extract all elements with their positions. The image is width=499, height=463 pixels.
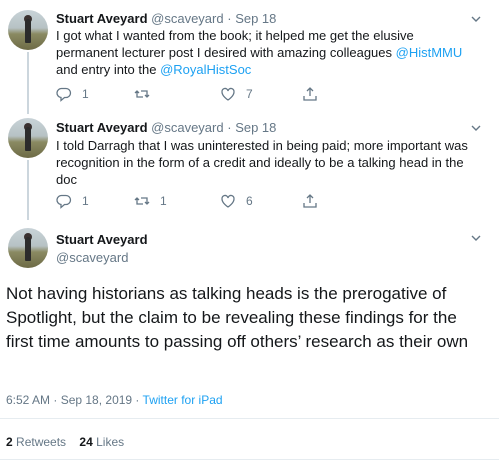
- like-icon: [221, 194, 235, 208]
- like-button[interactable]: 7: [220, 86, 253, 102]
- avatar[interactable]: [8, 10, 48, 50]
- tweet-actions: 1 7: [56, 86, 317, 104]
- user-name[interactable]: Stuart Aveyard: [56, 120, 148, 135]
- divider: [0, 459, 499, 460]
- user-name[interactable]: Stuart Aveyard: [56, 11, 148, 26]
- retweets-count[interactable]: 2: [6, 435, 13, 449]
- retweets-label[interactable]: Retweets: [16, 435, 66, 449]
- tweet-stats: 2 Retweets 24 Likes: [6, 435, 124, 449]
- retweet-count: 1: [160, 194, 167, 208]
- tweet-date[interactable]: Sep 18: [235, 11, 276, 26]
- user-handle[interactable]: @scaveyard: [56, 250, 128, 265]
- thread-line: [27, 52, 29, 114]
- retweet-icon: [134, 197, 150, 205]
- chevron-down-icon[interactable]: [471, 233, 481, 243]
- divider: [0, 418, 499, 419]
- share-icon: [303, 194, 317, 208]
- tweet-source[interactable]: Twitter for iPad: [143, 393, 223, 407]
- reply-icon: [56, 194, 72, 209]
- reply-button[interactable]: 1: [56, 86, 89, 102]
- chevron-down-icon[interactable]: [471, 14, 481, 24]
- tweet-timestamp: 6:52 AM · Sep 18, 2019 · Twitter for iPa…: [6, 393, 223, 407]
- reply-count: 1: [82, 87, 89, 101]
- user-handle[interactable]: @scaveyard: [151, 120, 223, 135]
- retweet-button[interactable]: [134, 86, 160, 102]
- like-count: 7: [246, 87, 253, 101]
- like-count: 6: [246, 194, 253, 208]
- mention-link[interactable]: @RoyalHistSoc: [160, 62, 251, 77]
- like-button[interactable]: 6: [220, 193, 253, 209]
- thread-line: [27, 160, 29, 220]
- retweet-icon: [134, 90, 150, 98]
- share-button[interactable]: [302, 193, 328, 209]
- reply-icon: [56, 87, 72, 102]
- tweet-actions: 1 1 6: [56, 193, 317, 211]
- chevron-down-icon[interactable]: [471, 123, 481, 133]
- avatar[interactable]: [8, 228, 48, 268]
- tweet-text: I told Darragh that I was uninterested i…: [56, 138, 468, 187]
- mention-link[interactable]: @HistMMU: [396, 45, 463, 60]
- like-icon: [221, 87, 235, 101]
- main-tweet-text: Not having historians as talking heads i…: [6, 284, 469, 351]
- likes-count[interactable]: 24: [79, 435, 92, 449]
- reply-count: 1: [82, 194, 89, 208]
- retweet-button[interactable]: 1: [134, 193, 167, 209]
- tweet-date[interactable]: Sep 18: [235, 120, 276, 135]
- user-handle[interactable]: @scaveyard: [151, 11, 223, 26]
- tweet-header: Stuart Aveyard @scaveyard · Sep 18: [56, 120, 277, 135]
- reply-button[interactable]: 1: [56, 193, 89, 209]
- share-icon: [303, 87, 317, 101]
- tweet-header: Stuart Aveyard @scaveyard · Sep 18: [56, 11, 277, 26]
- user-name[interactable]: Stuart Aveyard: [56, 232, 148, 247]
- tweet-text: I got what I wanted from the book; it he…: [56, 28, 463, 77]
- share-button[interactable]: [302, 86, 328, 102]
- avatar[interactable]: [8, 118, 48, 158]
- likes-label[interactable]: Likes: [96, 435, 124, 449]
